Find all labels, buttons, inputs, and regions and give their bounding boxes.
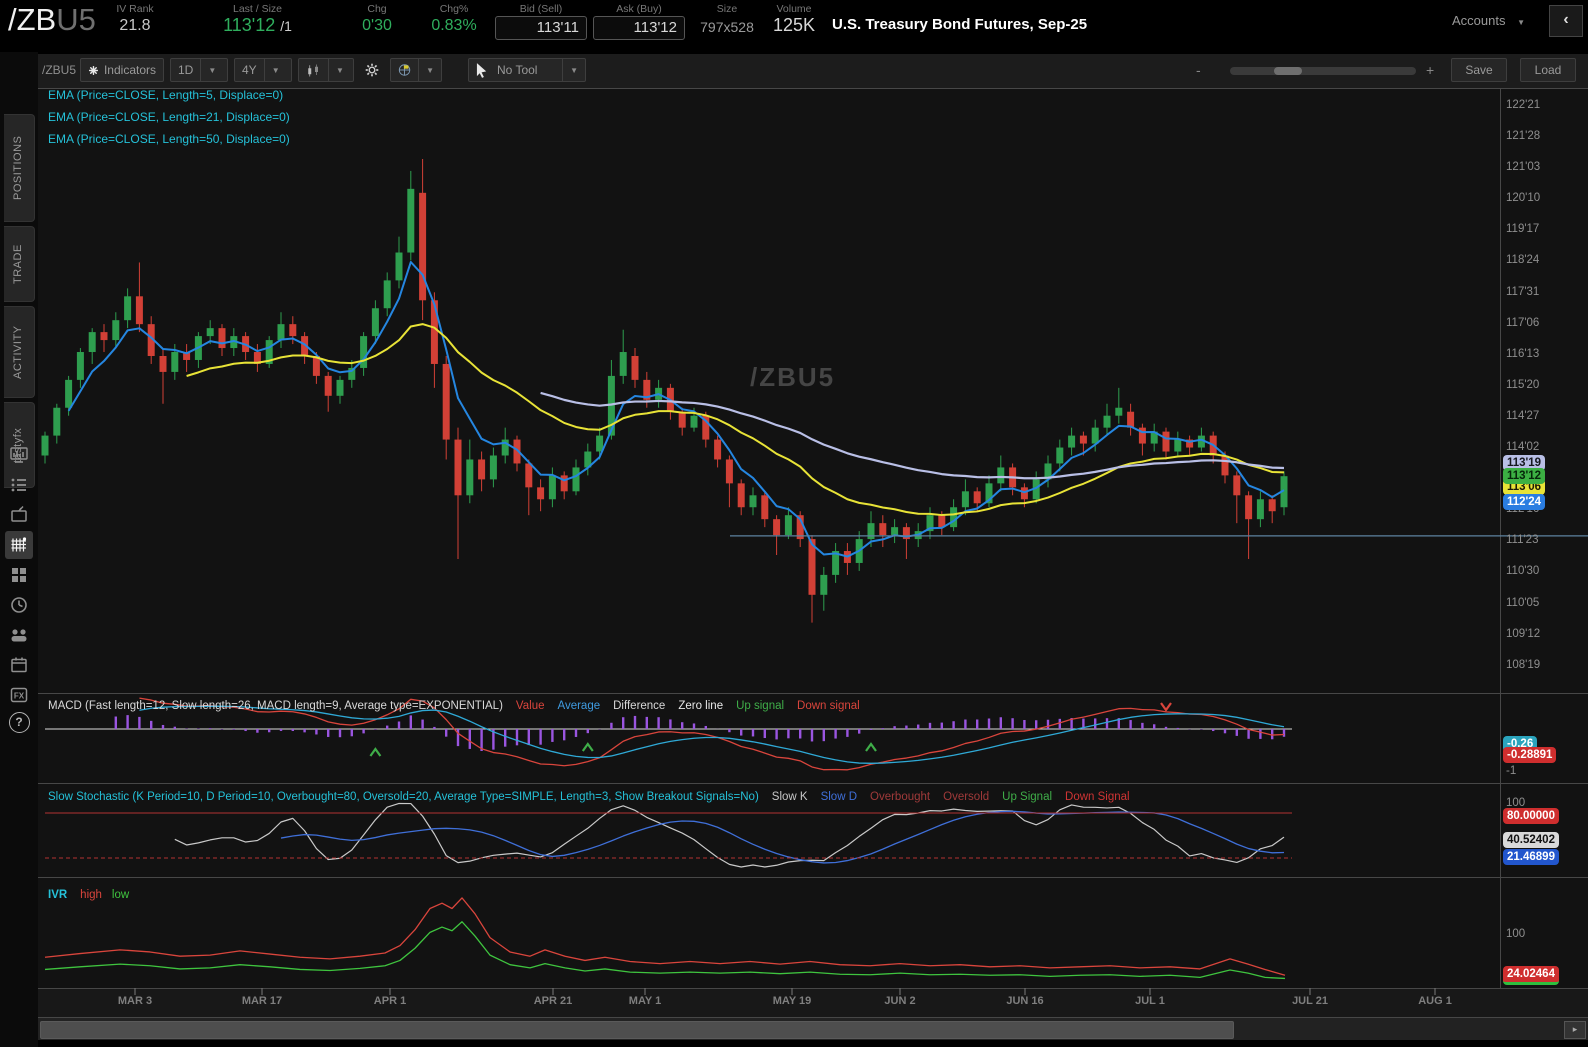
price-tick-label: 121'28 [1506, 130, 1541, 143]
time-axis-label: MAY 19 [772, 995, 812, 1007]
stoch-axis-label: 21.46899 [1503, 849, 1559, 865]
price-value-tag: 113'12 [1503, 468, 1546, 484]
price-tick-label: 117'31 [1506, 285, 1540, 298]
macd-legend-item-value: Value [515, 700, 545, 712]
time-axis-label: JUL 1 [1135, 995, 1165, 1007]
price-tick-label: 108'19 [1506, 658, 1541, 671]
stoch-legend-item-slow-d: Slow D [820, 791, 858, 803]
time-axis-label: MAY 1 [628, 995, 662, 1007]
macd-legend-item-difference: Difference [613, 700, 666, 712]
stoch-legend-item-overbought: Overbought [870, 791, 931, 803]
ema50-study-label[interactable]: EMA (Price=CLOSE, Length=50, Displace=0) [48, 132, 290, 146]
time-axis-label: AUG 1 [1418, 995, 1452, 1007]
macd-legend-item-up-signal: Up signal [736, 700, 785, 712]
time-axis-label: JUL 21 [1292, 995, 1328, 1007]
ivr-legend-item-low: low [111, 889, 130, 901]
time-axis-label: APR 21 [533, 995, 573, 1007]
macd-legend-item-average: Average [557, 700, 601, 712]
time-axis-label: APR 1 [373, 995, 407, 1007]
price-tick-label: 122'21 [1506, 99, 1541, 111]
price-value-tag: 112'24 [1503, 494, 1546, 510]
stoch-legend-item-oversold: Oversold [943, 791, 990, 803]
ema5-study-label[interactable]: EMA (Price=CLOSE, Length=5, Displace=0) [48, 88, 283, 102]
stoch-axis-label: 80.00000 [1503, 808, 1559, 824]
chart-overlays: EMA (Price=CLOSE, Length=5, Displace=0) … [0, 0, 1588, 1047]
price-tick-label: 110'30 [1506, 565, 1540, 578]
time-axis-label: JUN 16 [1006, 995, 1044, 1007]
macd-axis-label: -0.28891 [1503, 747, 1557, 763]
ivr-axis-label: 100 [1506, 928, 1526, 940]
price-tick-label: 114'02 [1506, 441, 1540, 454]
price-tick-label: 117'06 [1506, 316, 1540, 329]
ivr-legend: high low [80, 889, 129, 901]
price-tick-label: 111'23 [1506, 534, 1539, 547]
price-tick-label: 120'10 [1506, 192, 1541, 205]
ema21-study-label[interactable]: EMA (Price=CLOSE, Length=21, Displace=0) [48, 110, 290, 124]
time-axis-label: JUN 2 [884, 995, 916, 1007]
macd-label-row: MACD (Fast length=12, Slow length=26, MA… [48, 700, 860, 712]
stoch-axis-label: 40.52402 [1503, 832, 1559, 848]
macd-legend: Value Average Difference Zero line Up signal… [516, 700, 860, 712]
time-axis-label: MAR 17 [241, 995, 283, 1007]
stoch-legend-item-slow-k: Slow K [771, 791, 808, 803]
stoch-legend-item-down-signal: Down Signal [1065, 791, 1130, 803]
price-tick-label: 118'24 [1506, 254, 1540, 267]
price-tick-label: 116'13 [1506, 347, 1540, 360]
price-tick-label: 114'27 [1506, 409, 1540, 422]
ivr-axis-label: 24.02464 [1503, 966, 1559, 985]
stoch-label-row: Slow Stochastic (K Period=10, D Period=1… [48, 791, 1130, 803]
ivr-study-label[interactable]: IVR [48, 889, 67, 901]
ivr-legend-item-high: high [80, 889, 102, 901]
price-tick-label: 121'03 [1506, 161, 1541, 174]
macd-legend-item-down-signal: Down signal [797, 700, 860, 712]
trading-platform-window: /ZBU5 IV Rank 21.8 Last / Size 113'12 /1… [0, 0, 1588, 1047]
macd-legend-item-zero-line: Zero line [678, 700, 724, 712]
price-tick-label: 119'17 [1506, 223, 1540, 236]
macd-study-label[interactable]: MACD (Fast length=12, Slow length=26, MA… [48, 700, 503, 712]
macd-axis-label: -1 [1506, 765, 1517, 777]
price-tick-label: 109'12 [1506, 627, 1541, 640]
price-tick-label: 115'20 [1506, 378, 1540, 391]
stoch-legend-item-up-signal: Up Signal [1002, 791, 1053, 803]
time-axis-label: MAR 3 [117, 995, 153, 1007]
stoch-study-label[interactable]: Slow Stochastic (K Period=10, D Period=1… [48, 791, 759, 803]
stoch-legend: Slow K Slow D Overbought Oversold Up Signal D… [772, 791, 1130, 803]
ivr-label-row: IVR high low [48, 889, 129, 901]
price-tick-label: 110'05 [1506, 596, 1540, 609]
